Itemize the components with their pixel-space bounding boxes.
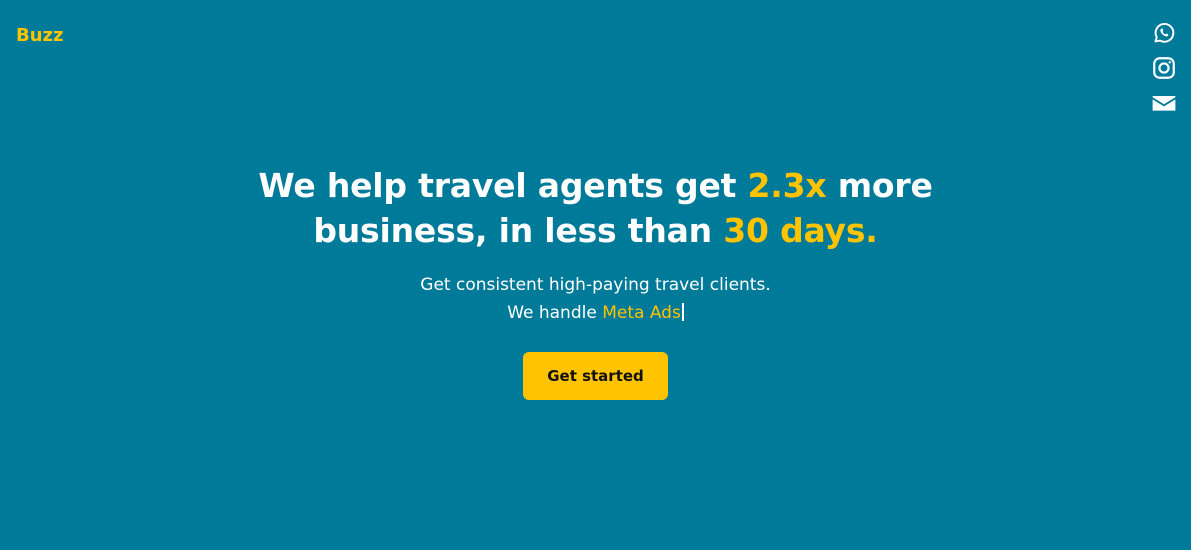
headline-highlight-multiplier: 2.3x: [747, 166, 827, 205]
social-links: [1151, 20, 1177, 116]
instagram-link[interactable]: [1151, 55, 1177, 81]
whatsapp-link[interactable]: [1151, 20, 1177, 46]
brand-logo[interactable]: Buzz: [16, 25, 64, 46]
get-started-button[interactable]: Get started: [523, 352, 668, 400]
subheading-line: We handle: [507, 303, 603, 323]
hero-subheading: Get consistent high-paying travel client…: [0, 271, 1191, 327]
headline-text: We help travel agents get: [258, 166, 748, 205]
headline-highlight-days: 30 days.: [723, 211, 878, 250]
hero-headline: We help travel agents get 2.3x more busi…: [0, 163, 1191, 253]
typing-cursor: [681, 303, 684, 321]
instagram-icon: [1153, 57, 1175, 79]
mail-icon: [1152, 95, 1176, 111]
hero-section: We help travel agents get 2.3x more busi…: [0, 163, 1191, 400]
typed-service-text: Meta Ads: [602, 303, 681, 323]
headline-text: more: [826, 166, 933, 205]
whatsapp-icon: [1154, 23, 1175, 43]
headline-text: business, in less than: [313, 211, 724, 250]
subheading-line: Get consistent high-paying travel client…: [420, 275, 771, 295]
mail-link[interactable]: [1151, 90, 1177, 116]
